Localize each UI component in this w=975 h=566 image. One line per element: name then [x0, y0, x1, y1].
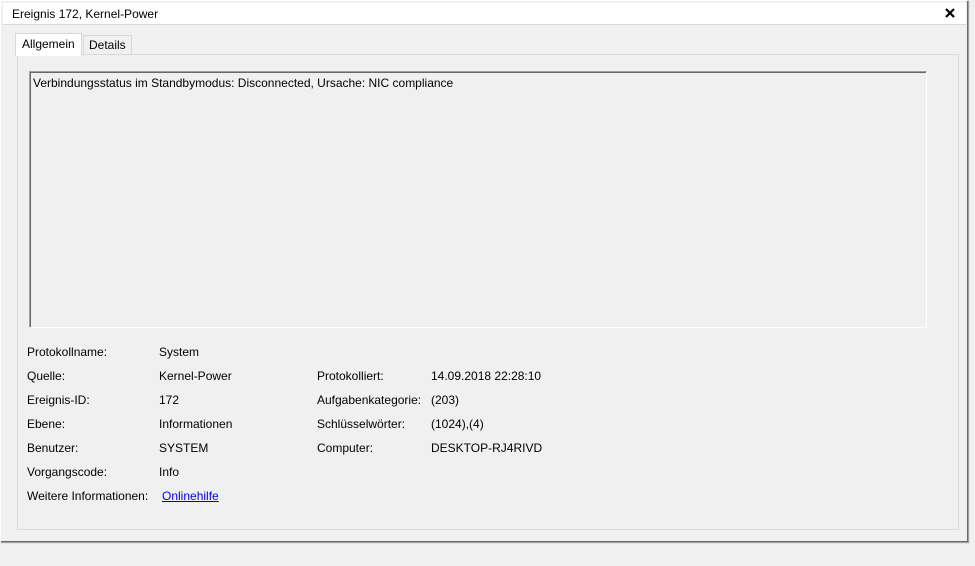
value-vorgangscode[interactable]: Info [159, 465, 179, 479]
label-protokolliert: Protokolliert: [317, 369, 384, 383]
window-edge [970, 0, 975, 566]
label-weitere-informationen: Weitere Informationen: [27, 489, 149, 503]
value-protokolliert[interactable]: 14.09.2018 22:28:10 [431, 369, 541, 383]
label-vorgangscode: Vorgangscode: [27, 465, 108, 479]
value-benutzer[interactable]: SYSTEM [159, 441, 208, 455]
value-computer[interactable]: DESKTOP-RJ4RIVD [431, 441, 542, 455]
general-tab-panel: Verbindungsstatus im Standbymodus: Disco… [17, 54, 959, 530]
value-aufgabenkategorie[interactable]: (203) [431, 393, 459, 407]
label-schluesselwoerter: Schlüsselwörter: [317, 417, 406, 431]
value-schluesselwoerter[interactable]: (1024),(4) [431, 417, 484, 431]
close-glyph [945, 8, 955, 18]
value-protokollname[interactable]: System [159, 345, 199, 359]
value-ereignis-id[interactable]: 172 [159, 393, 179, 407]
label-benutzer: Benutzer: [27, 441, 79, 455]
event-description-text: Verbindungsstatus im Standbymodus: Disco… [33, 76, 454, 90]
label-quelle: Quelle: [27, 369, 66, 383]
bottom-strip [0, 545, 975, 566]
label-protokollname: Protokollname: [27, 345, 108, 359]
label-ebene: Ebene: [27, 417, 66, 431]
event-description-box[interactable]: Verbindungsstatus im Standbymodus: Disco… [29, 71, 927, 328]
value-ebene[interactable]: Informationen [159, 417, 232, 431]
onlinehilfe-link[interactable]: Onlinehilfe [162, 489, 219, 503]
title-bar[interactable]: Ereignis 172, Kernel-Power [3, 3, 966, 25]
label-ereignis-id: Ereignis-ID: [27, 393, 90, 407]
value-quelle[interactable]: Kernel-Power [159, 369, 232, 383]
close-icon[interactable] [942, 5, 958, 21]
label-aufgabenkategorie: Aufgabenkategorie: [317, 393, 422, 407]
tab-allgemein[interactable]: Allgemein [15, 33, 82, 56]
window-title: Ereignis 172, Kernel-Power [12, 7, 159, 21]
event-properties-window: Ereignis 172, Kernel-Power Allgemein Det… [0, 0, 969, 543]
label-computer: Computer: [317, 441, 374, 455]
tab-details[interactable]: Details [83, 35, 132, 55]
